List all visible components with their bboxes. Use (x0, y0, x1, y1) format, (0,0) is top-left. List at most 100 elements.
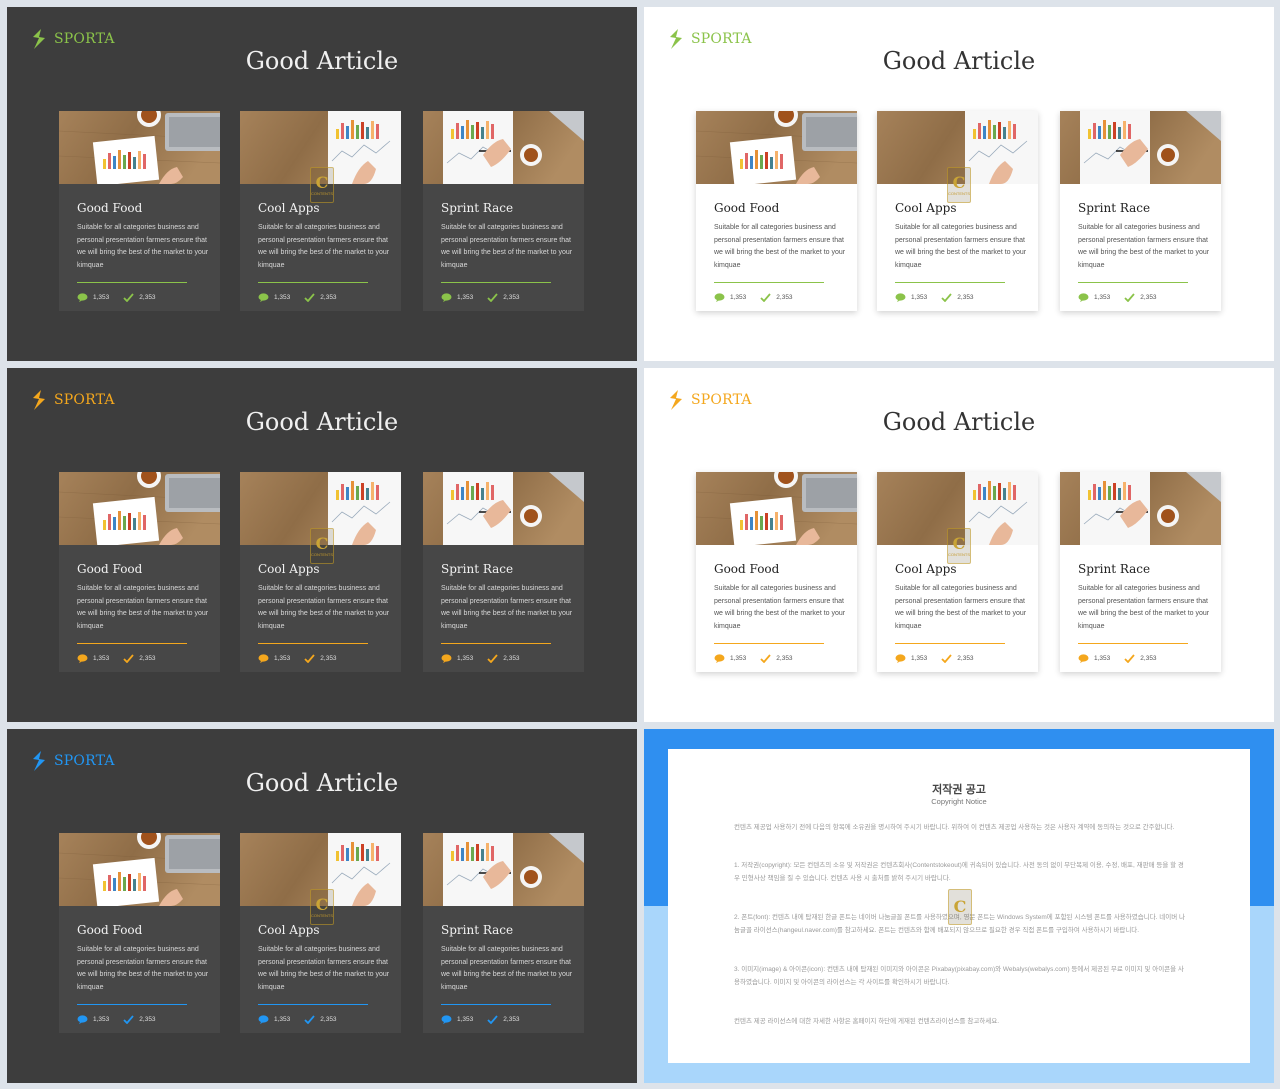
card-stats: 1,353 2,353 (441, 293, 520, 302)
article-card[interactable]: Sprint Race Suitable for all categories … (423, 111, 584, 311)
comment-count: 1,353 (911, 294, 928, 301)
brand-logo: SPORTA (31, 390, 115, 410)
like-count: 2,353 (1140, 655, 1157, 662)
brand-name: SPORTA (691, 392, 752, 408)
card-stats: 1,353 2,353 (895, 293, 974, 302)
card-divider (714, 643, 824, 644)
slide-light-green[interactable]: SPORTA Good Article Good Food Suitable f… (644, 7, 1274, 361)
card-divider (77, 643, 187, 644)
check-icon (1124, 654, 1135, 663)
comment-count: 1,353 (1094, 294, 1111, 301)
comment-icon (77, 654, 88, 663)
comment-icon (1078, 293, 1089, 302)
notice-panel: 저작권 공고 Copyright Notice 컨텐츠 제공업 사용하기 전에 … (668, 749, 1250, 1063)
notice-paragraph: 컨텐츠 제공업 사용하기 전에 다음의 항목에 소유권을 명시하여 주시기 바랍… (734, 824, 1175, 831)
card-title: Good Food (77, 923, 143, 937)
check-icon (487, 293, 498, 302)
card-stats: 1,353 2,353 (77, 654, 156, 663)
card-description: Suitable for all categories business and… (77, 585, 209, 630)
writing-photo (423, 111, 584, 184)
article-card[interactable]: Cool Apps Suitable for all categories bu… (240, 833, 401, 1033)
card-description: Suitable for all categories business and… (258, 585, 390, 630)
comment-icon (441, 293, 452, 302)
card-title: Cool Apps (258, 562, 320, 576)
check-icon (1124, 293, 1135, 302)
article-card[interactable]: Cool Apps Suitable for all categories bu… (877, 472, 1038, 672)
card-description: Suitable for all categories business and… (258, 946, 390, 991)
article-card[interactable]: Good Food Suitable for all categories bu… (59, 472, 220, 672)
comment-icon (77, 293, 88, 302)
comment-count: 1,353 (457, 655, 474, 662)
like-count: 2,353 (139, 655, 156, 662)
card-divider (77, 282, 187, 283)
check-icon (304, 293, 315, 302)
card-title: Good Food (77, 201, 143, 215)
comment-count: 1,353 (457, 1016, 474, 1023)
article-card[interactable]: Cool Apps Suitable for all categories bu… (240, 472, 401, 672)
article-card[interactable]: Good Food Suitable for all categories bu… (696, 472, 857, 672)
card-title: Good Food (714, 562, 780, 576)
bolt-icon (670, 390, 682, 410)
writing-photo (423, 833, 584, 906)
article-card[interactable]: Sprint Race Suitable for all categories … (423, 472, 584, 672)
article-card[interactable]: Cool Apps Suitable for all categories bu… (240, 111, 401, 311)
brand-logo: SPORTA (668, 390, 752, 410)
brand-logo: SPORTA (31, 751, 115, 771)
card-divider (895, 282, 1005, 283)
comment-count: 1,353 (93, 1016, 110, 1023)
article-card[interactable]: Good Food Suitable for all categories bu… (59, 833, 220, 1033)
card-description: Suitable for all categories business and… (1078, 585, 1210, 630)
like-count: 2,353 (139, 294, 156, 301)
comment-icon (258, 654, 269, 663)
copyright-notice-slide[interactable]: 저작권 공고 Copyright Notice 컨텐츠 제공업 사용하기 전에 … (644, 729, 1274, 1083)
food-photo (59, 833, 220, 906)
slide-light-orange[interactable]: SPORTA Good Article Good Food Suitable f… (644, 368, 1274, 722)
contents-watermark: C CONTENTS (947, 528, 971, 564)
check-icon (487, 654, 498, 663)
comment-icon (258, 293, 269, 302)
card-description: Suitable for all categories business and… (77, 946, 209, 991)
like-count: 2,353 (776, 655, 793, 662)
card-title: Sprint Race (1078, 562, 1151, 576)
slide-dark-blue[interactable]: SPORTA Good Article Good Food Suitable f… (7, 729, 637, 1083)
card-description: Suitable for all categories business and… (441, 585, 573, 630)
check-icon (941, 293, 952, 302)
comment-icon (714, 293, 725, 302)
article-card[interactable]: Sprint Race Suitable for all categories … (1060, 472, 1221, 672)
like-count: 2,353 (503, 1016, 520, 1023)
card-stats: 1,353 2,353 (258, 654, 337, 663)
food-photo (696, 111, 857, 184)
slide-title: Good Article (245, 47, 399, 75)
comment-count: 1,353 (274, 1016, 291, 1023)
article-card[interactable]: Good Food Suitable for all categories bu… (696, 111, 857, 311)
comment-icon (441, 1015, 452, 1024)
notice-subtitle: Copyright Notice (931, 797, 987, 806)
card-divider (258, 643, 368, 644)
notice-paragraph: 컨텐츠 제공 라이선스에 대한 자세한 사항은 홈페이지 하단에 게재된 컨텐츠… (734, 1018, 1000, 1025)
bolt-icon (33, 390, 45, 410)
article-card[interactable]: Sprint Race Suitable for all categories … (1060, 111, 1221, 311)
comment-count: 1,353 (730, 655, 747, 662)
food-photo (59, 111, 220, 184)
comment-icon (1078, 654, 1089, 663)
contents-watermark: C CONTENTS (310, 889, 334, 925)
comment-count: 1,353 (457, 294, 474, 301)
check-icon (941, 654, 952, 663)
comment-count: 1,353 (911, 655, 928, 662)
card-description: Suitable for all categories business and… (258, 224, 390, 269)
like-count: 2,353 (320, 1016, 337, 1023)
article-card[interactable]: Sprint Race Suitable for all categories … (423, 833, 584, 1033)
brand-name: SPORTA (691, 31, 752, 47)
card-divider (258, 1004, 368, 1005)
slide-dark-green[interactable]: SPORTA Good Article Good Food Suitable f… (7, 7, 637, 361)
notice-paragraph: 1. 저작권(copyright): 모든 컨텐츠의 소유 및 저작권은 컨텐츠… (734, 862, 1184, 882)
article-card[interactable]: Good Food Suitable for all categories bu… (59, 111, 220, 311)
card-description: Suitable for all categories business and… (1078, 224, 1210, 269)
card-stats: 1,353 2,353 (714, 293, 793, 302)
card-title: Good Food (77, 562, 143, 576)
comment-count: 1,353 (93, 294, 110, 301)
slide-dark-orange[interactable]: SPORTA Good Article Good Food Suitable f… (7, 368, 637, 722)
comment-count: 1,353 (1094, 655, 1111, 662)
card-divider (714, 282, 824, 283)
article-card[interactable]: Cool Apps Suitable for all categories bu… (877, 111, 1038, 311)
